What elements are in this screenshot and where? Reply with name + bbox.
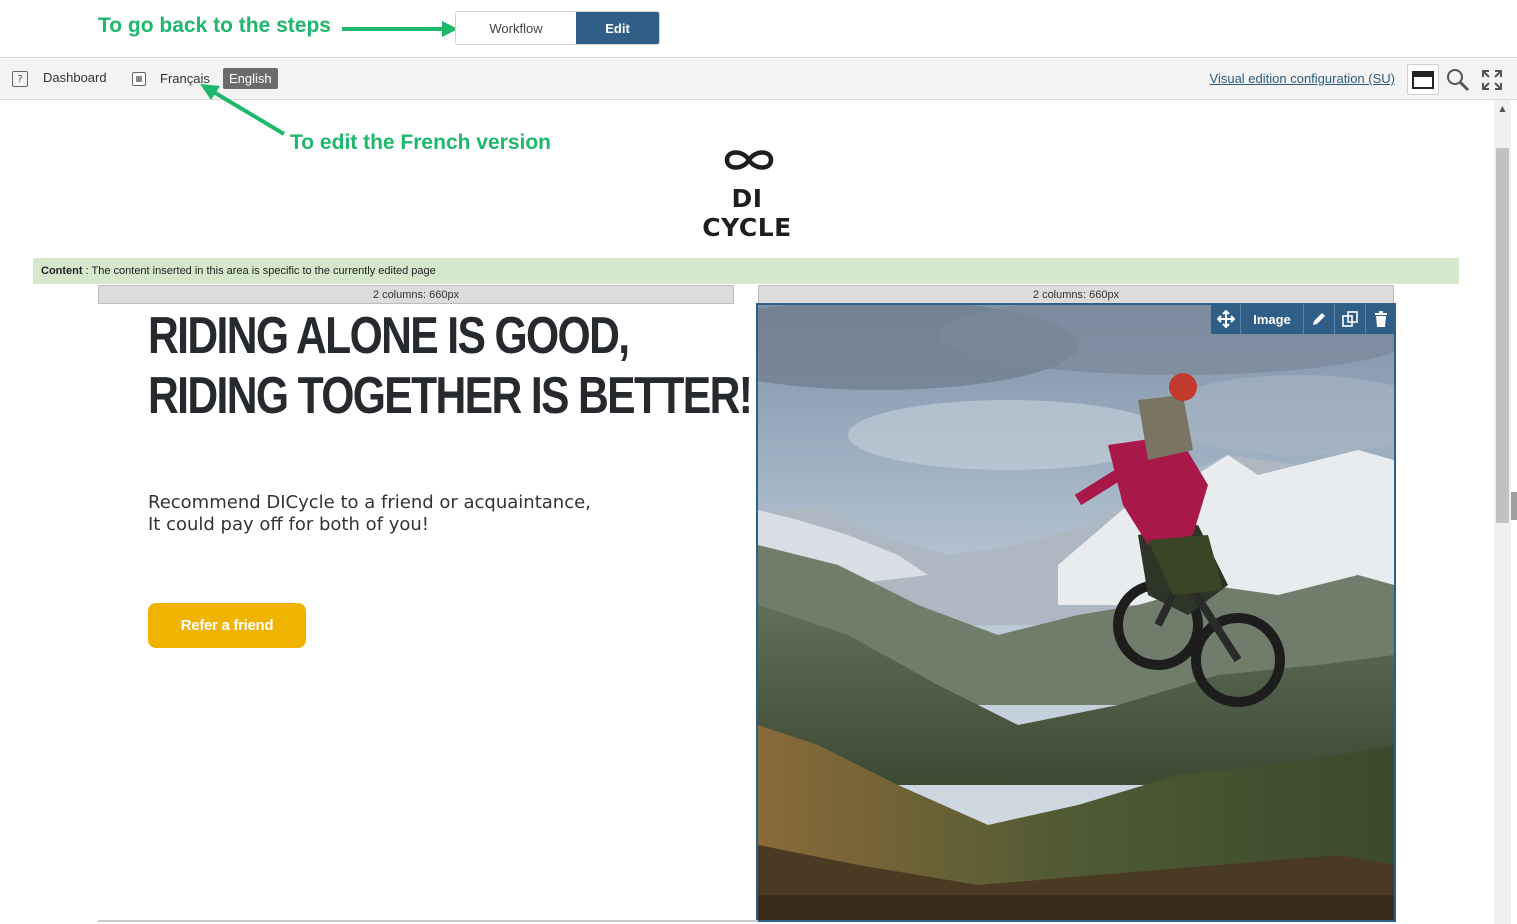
side-panel-handle[interactable] [1511,492,1517,520]
page-headline[interactable]: RIDING ALONE IS GOOD, RIDING TOGETHER IS… [148,306,753,426]
site-logo: DI CYCLE [685,146,815,242]
duplicate-icon[interactable] [1335,304,1366,334]
top-bar: To go back to the steps Workflow Edit [0,0,1517,58]
image-block[interactable] [756,303,1396,922]
content-area-bar: Content : The content inserted in this a… [33,258,1459,284]
headline-line-1: RIDING ALONE IS GOOD, [148,307,630,365]
dashboard-link[interactable]: Dashboard [43,70,107,85]
page-subtext[interactable]: Recommend DICycle to a friend or acquain… [148,492,668,536]
annotation-arrow-steps [342,21,458,37]
scrollbar-thumb[interactable] [1496,148,1509,523]
column-bottom-divider [98,920,758,922]
refer-friend-button[interactable]: Refer a friend [148,603,306,648]
image-block-toolbar: Image [1211,304,1396,334]
subtext-line-2: It could pay off for both of you! [148,514,429,535]
search-icon[interactable] [1442,64,1474,95]
edit-pencil-icon[interactable] [1304,304,1335,334]
logo-text: DI CYCLE [702,184,792,242]
column-label-right[interactable]: 2 columns: 660px [758,285,1394,304]
annotation-arrow-french [200,84,286,136]
annotation-steps: To go back to the steps [98,14,331,37]
annotation-french: To edit the French version [290,131,551,154]
mode-toggle: Workflow Edit [455,11,660,45]
fullscreen-icon[interactable] [1476,64,1508,95]
image-block-label: Image [1241,304,1304,334]
infinity-logo-icon [724,150,774,170]
edit-button[interactable]: Edit [576,12,659,44]
language-icon [132,72,146,86]
window-icon[interactable] [1407,64,1439,95]
scrollbar[interactable]: ▲ [1494,100,1511,924]
delete-trash-icon[interactable] [1366,304,1396,334]
subtext-line-1: Recommend DICycle to a friend or acquain… [148,492,591,513]
mountain-bike-photo [758,305,1394,920]
help-icon[interactable]: ? [12,71,28,87]
workflow-button[interactable]: Workflow [456,12,576,44]
content-area-desc: : The content inserted in this area is s… [82,265,436,277]
headline-line-2: RIDING TOGETHER IS BETTER! [148,367,753,425]
move-icon[interactable] [1211,304,1241,334]
visual-editor-screen: To go back to the steps Workflow Edit ? … [0,0,1517,924]
column-label-left[interactable]: 2 columns: 660px [98,285,734,304]
content-area-label: Content [41,265,83,277]
visual-edition-config-link[interactable]: Visual edition configuration (SU) [1210,71,1395,86]
scroll-up-arrow-icon[interactable]: ▲ [1494,104,1511,114]
